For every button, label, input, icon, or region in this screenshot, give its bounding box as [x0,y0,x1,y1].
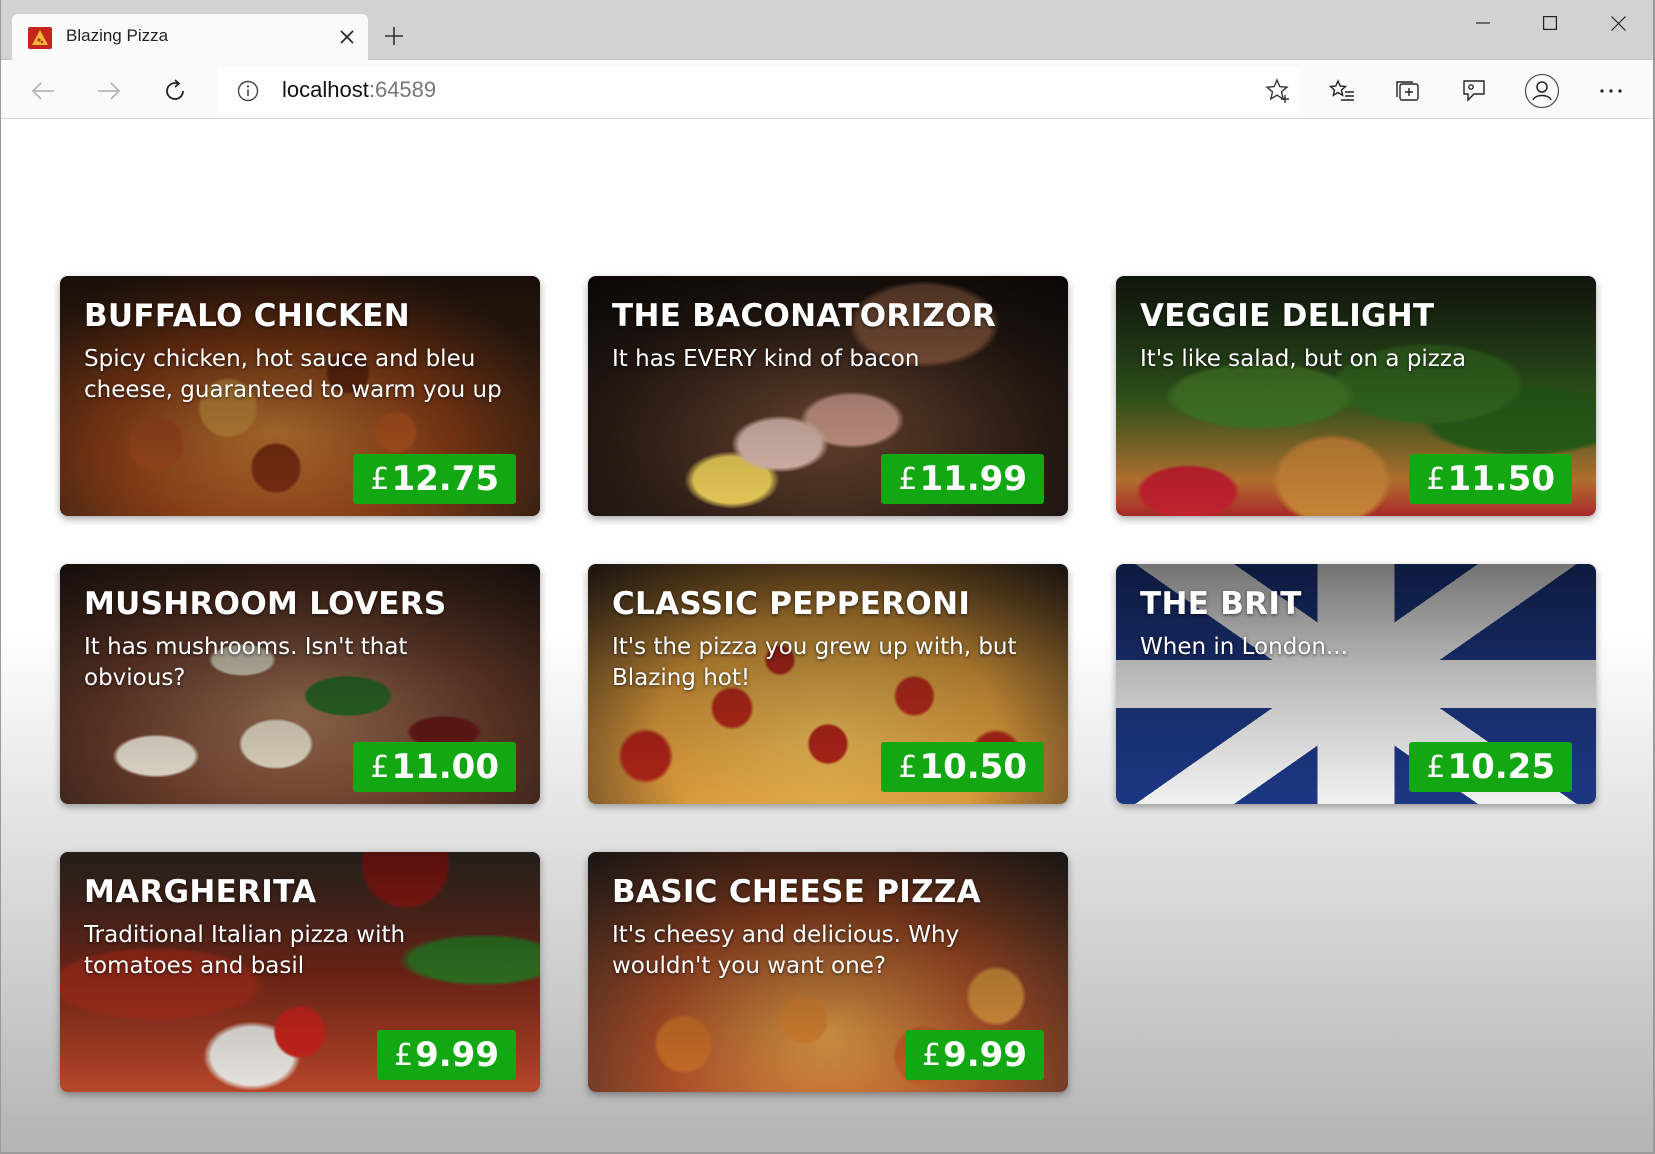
currency-symbol: £ [898,461,918,497]
currency-symbol: £ [394,1037,414,1073]
favorite-button[interactable] [1264,77,1292,105]
pizza-name: BUFFALO CHICKEN [84,298,411,334]
price-badge: £10.25 [1409,742,1572,792]
close-window-button[interactable] [1595,6,1641,40]
price-badge: £9.99 [377,1030,516,1080]
currency-symbol: £ [922,1037,942,1073]
price-badge: £11.50 [1409,454,1572,504]
avatar-icon [1524,73,1560,109]
pizza-description: It has EVERY kind of bacon [612,346,920,372]
price-badge: £11.99 [881,454,1044,504]
price-value: 9.99 [415,1035,499,1075]
pizza-description: It's like salad, but on a pizza [1140,346,1467,372]
price-value: 11.50 [1447,459,1555,499]
pizza-name: CLASSIC PEPPERONI [612,586,971,622]
pizza-description: It's the pizza you grew up with, but Bla… [612,634,1017,691]
pizza-card-buffalo-chicken[interactable]: BUFFALO CHICKEN Spicy chicken, hot sauce… [60,276,540,516]
currency-symbol: £ [1426,749,1446,785]
tab-close-button[interactable] [334,24,360,50]
url-port: :64589 [368,77,437,102]
price-value: 12.75 [391,459,499,499]
profile-button[interactable] [1523,72,1561,110]
pizza-card-the-baconatorizor[interactable]: THE BACONATORIZOR It has EVERY kind of b… [588,276,1068,516]
close-icon [340,30,354,44]
pizza-description: It's cheesy and delicious. Why wouldn't … [612,922,960,979]
arrow-left-icon [31,82,54,100]
pizza-description: When in London... [1140,634,1348,660]
pizza-description: It has mushrooms. Isn't that obvious? [84,634,408,691]
site-info-icon[interactable] [236,79,260,103]
price-badge: £11.00 [353,742,516,792]
tab-strip: Blazing Pizza [0,0,1655,61]
address-bar[interactable]: localhost:64589 [218,67,1300,113]
pizza-card-the-brit[interactable]: THE BRIT When in London... £10.25 [1116,564,1596,804]
collections-icon [1396,81,1419,101]
minimize-icon [1476,22,1490,24]
pizza-name: BASIC CHEESE PIZZA [612,874,981,910]
pizza-card-veggie-delight[interactable]: VEGGIE DELIGHT It's like salad, but on a… [1116,276,1596,516]
favorites-list-icon [1329,79,1354,101]
pizza-card-margherita[interactable]: MARGHERITA Traditional Italian pizza wit… [60,852,540,1092]
price-value: 11.00 [391,747,499,787]
currency-symbol: £ [370,749,390,785]
currency-symbol: £ [370,461,390,497]
favorites-button[interactable] [1323,72,1361,110]
price-badge: £10.50 [881,742,1044,792]
refresh-button[interactable] [156,72,194,110]
pizza-description: Spicy chicken, hot sauce and bleu cheese… [84,346,502,403]
price-value: 11.99 [919,459,1027,499]
arrow-right-icon [98,82,121,100]
price-value: 9.99 [943,1035,1027,1075]
feedback-icon [1463,80,1485,102]
pizza-card-classic-pepperoni[interactable]: CLASSIC PEPPERONI It's the pizza you gre… [588,564,1068,804]
price-value: 10.25 [1447,747,1555,787]
pizza-name: MARGHERITA [84,874,317,910]
page-content: BUFFALO CHICKEN Spicy chicken, hot sauce… [1,120,1653,1152]
pizza-favicon-icon [28,27,52,49]
info-icon [237,80,259,102]
pizza-name: VEGGIE DELIGHT [1140,298,1435,334]
url-host: localhost [282,77,369,102]
refresh-icon [166,79,184,100]
pizza-name: MUSHROOM LOVERS [84,586,447,622]
tab-title: Blazing Pizza [66,26,169,45]
maximize-icon [1543,16,1557,30]
new-tab-button[interactable] [380,22,408,50]
pizza-name: THE BACONATORIZOR [612,298,997,334]
url-text[interactable]: localhost:64589 [282,77,436,103]
forward-button[interactable] [90,72,128,110]
maximize-button[interactable] [1527,6,1573,40]
minimize-button[interactable] [1460,6,1506,40]
feedback-button[interactable] [1455,72,1493,110]
more-icon [1600,89,1622,93]
pizza-name: THE BRIT [1140,586,1302,622]
window-border-left [0,0,1,1154]
pizza-card-basic-cheese-pizza[interactable]: BASIC CHEESE PIZZA It's cheesy and delic… [588,852,1068,1092]
back-button[interactable] [24,72,62,110]
pizza-description: Traditional Italian pizza with tomatoes … [84,922,406,979]
browser-toolbar: localhost:64589 [0,61,1655,119]
collections-button[interactable] [1389,72,1427,110]
pizza-card-mushroom-lovers[interactable]: MUSHROOM LOVERS It has mushrooms. Isn't … [60,564,540,804]
price-badge: £9.99 [905,1030,1044,1080]
currency-symbol: £ [1426,461,1446,497]
price-badge: £12.75 [353,454,516,504]
plus-icon [385,27,403,45]
currency-symbol: £ [898,749,918,785]
browser-tab[interactable]: Blazing Pizza [12,14,368,61]
close-icon [1610,15,1626,31]
more-menu-button[interactable] [1592,72,1630,110]
price-value: 10.50 [919,747,1027,787]
star-add-icon [1265,78,1289,103]
